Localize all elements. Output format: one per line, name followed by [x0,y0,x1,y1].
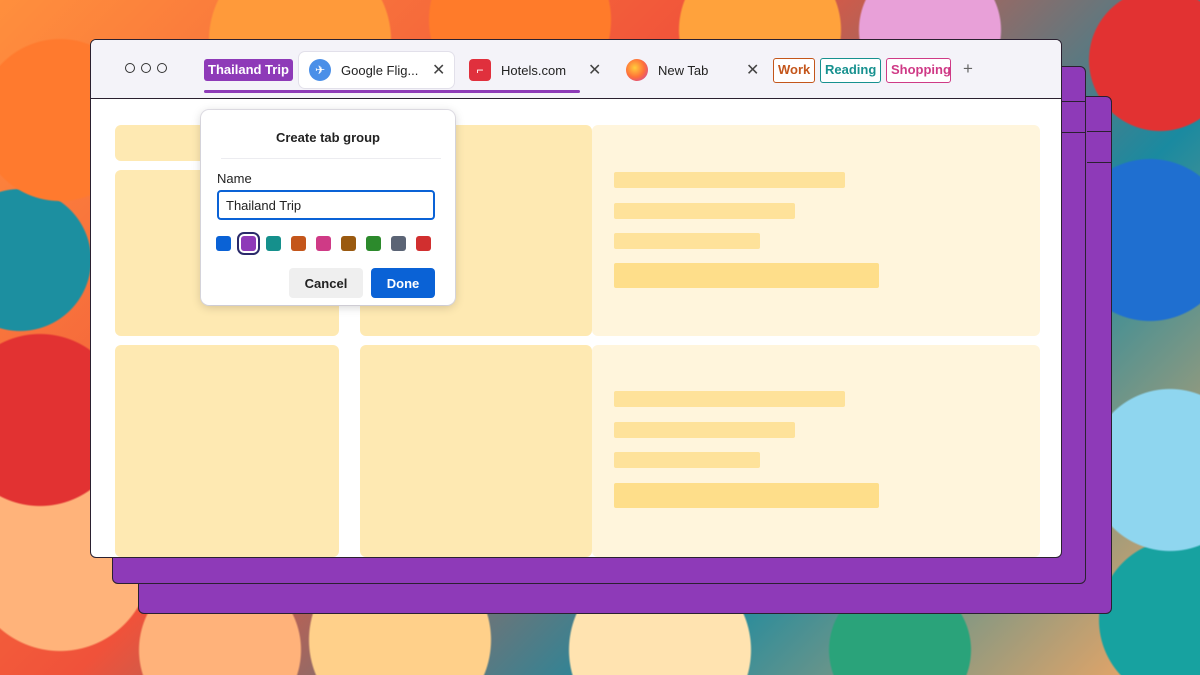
close-icon[interactable]: ✕ [588,60,601,80]
placeholder-line [614,263,879,288]
done-button[interactable]: Done [371,268,435,298]
tab-hotels[interactable]: ⌐ Hotels.com ✕ [469,52,609,88]
placeholder-line [614,422,795,438]
color-swatch-8[interactable] [391,236,406,251]
create-tab-group-dialog: Create tab group Name Cancel Done [201,110,455,305]
color-swatch-6[interactable] [341,236,356,251]
color-swatch-4[interactable] [291,236,306,251]
color-swatch-2[interactable] [237,232,260,255]
window-close-dot[interactable] [125,63,135,73]
group-name-input[interactable] [217,190,435,220]
color-swatch-3[interactable] [266,236,281,251]
tab-group-underline [204,90,580,93]
color-swatch-5[interactable] [316,236,331,251]
color-swatch-1[interactable] [216,236,231,251]
color-swatch-7[interactable] [366,236,381,251]
tab-google-flights[interactable]: ✈ Google Flig... ✕ [299,52,454,88]
color-swatches [216,232,431,255]
tab-bar: Thailand Trip ✈ Google Flig... ✕ ⌐ Hotel… [91,40,1061,99]
dialog-divider [221,158,441,159]
name-label: Name [217,171,252,186]
tab-group-shopping[interactable]: Shopping [886,58,951,83]
close-icon[interactable]: ✕ [432,60,445,80]
hotels-icon: ⌐ [469,59,491,81]
placeholder-line [614,483,879,508]
placeholder-card-image [360,345,592,557]
placeholder-line [614,233,760,249]
tab-group-reading[interactable]: Reading [820,58,881,83]
dialog-title: Create tab group [275,130,380,145]
placeholder-line [614,391,845,407]
placeholder-block [115,345,339,557]
placeholder-card-text [592,345,1040,557]
placeholder-line [614,452,760,468]
tab-group-work[interactable]: Work [773,58,815,83]
tab-new-tab[interactable]: New Tab ✕ [626,52,761,88]
cancel-button[interactable]: Cancel [289,268,363,298]
window-zoom-dot[interactable] [157,63,167,73]
placeholder-card-text [592,125,1040,336]
new-tab-button[interactable]: + [963,59,973,79]
color-swatch-9[interactable] [416,236,431,251]
tab-title: New Tab [658,62,709,78]
window-controls [125,63,167,73]
window-minimize-dot[interactable] [141,63,151,73]
plane-icon: ✈ [309,59,331,81]
tab-title: Hotels.com [501,62,567,78]
tab-title: Google Flig... [341,62,419,78]
placeholder-line [614,203,795,219]
firefox-icon [626,59,648,81]
tab-group-thailand-trip[interactable]: Thailand Trip [204,59,293,81]
placeholder-line [614,172,845,188]
close-icon[interactable]: ✕ [746,60,759,80]
